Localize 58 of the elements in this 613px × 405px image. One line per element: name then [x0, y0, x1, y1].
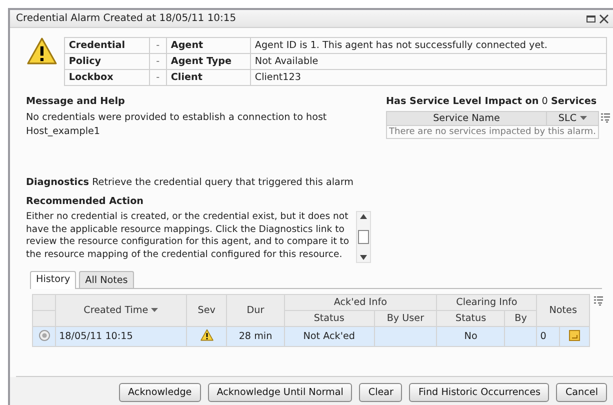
section-heading: Message and Help [26, 96, 126, 107]
column-header[interactable]: By [504, 310, 537, 326]
column-header[interactable]: Status [436, 310, 505, 326]
dialog-button[interactable]: Acknowledge Until Normal [208, 383, 352, 402]
scroll-down-icon[interactable] [360, 255, 368, 260]
column-header[interactable]: By User [374, 310, 437, 326]
sort-down-icon[interactable] [151, 308, 158, 312]
table-cell [374, 326, 437, 346]
message-text: No credentials were provided to establish a connection to host Host_example1 [26, 111, 328, 139]
column-header[interactable]: Created Time [56, 294, 186, 326]
diagnostics-text: Diagnostics Retrieve the credential query that triggered this alarm [26, 177, 355, 188]
column-chooser-icon[interactable] [601, 113, 611, 123]
empty-message: There are no services impacted by this alarm. [386, 126, 598, 138]
radio-icon[interactable] [38, 330, 50, 340]
detail-label: Policy [64, 54, 150, 70]
recommended-action-text: Either no credential is created, or the credential exist, but it does not have the applicable resource mappings. Click the Diagnostics link to review the resource configuration for this agent, and to compare it to the resource mapping of the credential configured for this resource. [26, 211, 350, 261]
window-title: Credential Alarm Created at 18/05/11 10:15 [16, 13, 236, 24]
maximize-icon[interactable] [586, 14, 596, 24]
dialog-button[interactable]: Find Historic Occurrences [409, 383, 550, 402]
table-cell: 0 [536, 326, 560, 346]
section-heading: Has Service Level Impact on 0 Services [386, 96, 598, 107]
column-header[interactable]: SLC [546, 112, 598, 126]
table-cell: Not Ack'ed [284, 326, 374, 346]
table-cell: No [436, 326, 505, 346]
tab[interactable]: All Notes [79, 271, 134, 288]
column-header: Clearing Info [436, 294, 537, 310]
column-header[interactable]: Dur [226, 294, 284, 326]
column-header: Ack'ed Info [284, 294, 437, 310]
column-header[interactable]: Status [284, 310, 374, 326]
note-icon[interactable] [569, 330, 580, 340]
detail-label: Agent Type [166, 54, 250, 70]
dialog-button[interactable]: Acknowledge [119, 383, 201, 402]
detail-label: Agent [166, 38, 250, 54]
sort-down-icon[interactable] [580, 116, 587, 120]
table-cell: 18/05/11 10:15 [56, 326, 186, 346]
detail-value: - [149, 70, 166, 86]
scroll-up-icon[interactable] [360, 214, 368, 219]
column-chooser-icon[interactable] [594, 296, 604, 306]
column-header[interactable]: Notes [536, 294, 590, 326]
dialog-button[interactable]: Cancel [556, 383, 607, 402]
scrollbar[interactable] [356, 211, 371, 263]
section-heading: Recommended Action [26, 196, 144, 207]
detail-value: - [149, 54, 166, 70]
warning-icon [26, 37, 58, 65]
table-cell: 28 min [226, 326, 284, 346]
detail-label: Lockbox [64, 70, 150, 86]
detail-value: Client123 [250, 70, 606, 86]
warning-icon [200, 329, 214, 341]
column-header[interactable]: Service Name [386, 112, 546, 126]
detail-value: - [149, 38, 166, 54]
detail-value: Not Available [250, 54, 606, 70]
dialog-button[interactable]: Clear [359, 383, 402, 402]
detail-label: Credential [64, 38, 150, 54]
detail-label: Client [166, 70, 250, 86]
column-header[interactable]: Sev [186, 294, 227, 326]
tab[interactable]: History [30, 271, 76, 289]
close-icon[interactable] [599, 14, 609, 24]
detail-value: Agent ID is 1. This agent has not successfully connected yet. [250, 38, 606, 54]
